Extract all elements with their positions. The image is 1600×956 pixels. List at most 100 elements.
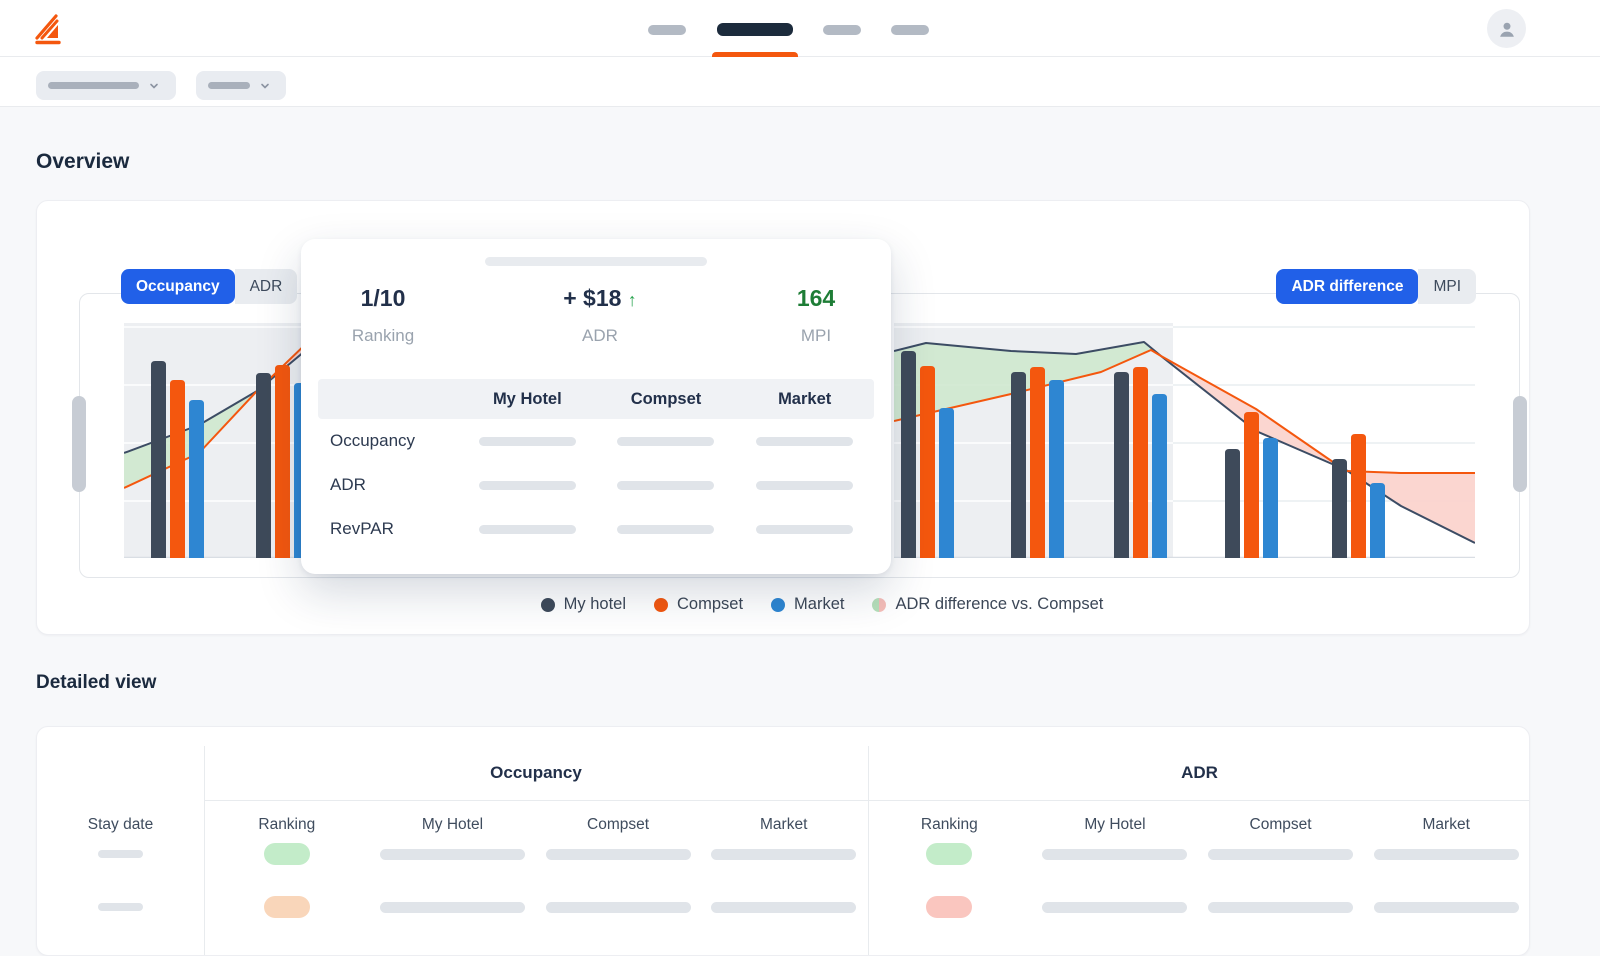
stat-ranking: 1/10 Ranking [301, 285, 465, 346]
skeleton-value [1208, 902, 1353, 913]
my-hotel-dot-icon [541, 598, 555, 612]
arrow-up-icon: ↑ [628, 290, 637, 310]
col-adr-market: Market [1363, 816, 1529, 834]
popover-table-header: My Hotel Compset Market [318, 379, 874, 419]
skeleton-value [1042, 849, 1187, 860]
toggle-occupancy-button[interactable]: Occupancy [121, 269, 235, 304]
row-label-revpar: RevPAR [318, 519, 458, 539]
table-subheader-row: Stay date Ranking My Hotel Compset Marke… [37, 810, 1529, 840]
skeleton-value [756, 525, 853, 534]
skeleton-value [380, 849, 525, 860]
stat-adr-label: ADR [518, 326, 682, 346]
legend-label: Market [794, 595, 844, 614]
skeleton-value [479, 437, 576, 446]
table-row: RevPAR [318, 507, 874, 551]
col-adr-ranking: Ranking [867, 816, 1033, 834]
col-compset: Compset [597, 390, 736, 409]
stat-ranking-label: Ranking [301, 326, 465, 346]
skeleton-value [756, 437, 853, 446]
stat-mpi-value: 164 [734, 285, 898, 312]
col-occ-compset: Compset [535, 816, 701, 834]
stat-adr: + $18 ↑ ADR [518, 285, 682, 346]
table-row [37, 892, 1529, 922]
skeleton-stay-date [98, 903, 143, 911]
carousel-handle-left[interactable] [72, 396, 86, 492]
market-dot-icon [771, 598, 785, 612]
header-divider [204, 800, 1529, 801]
overview-card: Occupancy ADR ADR difference MPI 1/10 Ra… [36, 200, 1530, 635]
legend-market[interactable]: Market [771, 595, 844, 614]
col-occ-ranking: Ranking [204, 816, 370, 834]
row-label-adr: ADR [318, 475, 458, 495]
legend-label: My hotel [564, 595, 626, 614]
skeleton-value [1374, 849, 1519, 860]
skeleton-value [617, 525, 714, 534]
detailed-table-card: Occupancy ADR Stay date Ranking My Hotel… [36, 726, 1530, 956]
skeleton-value [1042, 902, 1187, 913]
group-header-adr: ADR [868, 763, 1531, 783]
legend-adr-difference[interactable]: ADR difference vs. Compset [872, 595, 1103, 614]
skeleton-value [1374, 902, 1519, 913]
compset-dot-icon [654, 598, 668, 612]
nav-item-4[interactable] [891, 25, 929, 35]
ranking-badge [926, 896, 972, 918]
stat-adr-value: + $18 [563, 285, 621, 311]
col-occ-my-hotel: My Hotel [370, 816, 536, 834]
skeleton-value [617, 437, 714, 446]
app-logo-icon[interactable] [30, 11, 66, 47]
stat-mpi-label: MPI [734, 326, 898, 346]
chevron-down-icon [260, 81, 270, 91]
filter-1-skeleton [48, 82, 139, 89]
person-icon [1496, 18, 1518, 40]
skeleton-value [546, 849, 691, 860]
toggle-adr-button[interactable]: ADR [235, 269, 298, 304]
skeleton-value [546, 902, 691, 913]
nav-item-3[interactable] [823, 25, 861, 35]
table-row: Occupancy [318, 419, 874, 463]
toggle-mpi-button[interactable]: MPI [1418, 269, 1476, 304]
filter-2-skeleton [208, 82, 250, 89]
adr-difference-chart [894, 323, 1475, 558]
legend-label: Compset [677, 595, 743, 614]
kpi-popover: 1/10 Ranking + $18 ↑ ADR 164 MPI My Hote… [301, 239, 891, 574]
skeleton-value [756, 481, 853, 490]
filter-dropdown-2[interactable] [196, 71, 286, 100]
ranking-badge [926, 843, 972, 865]
col-my-hotel: My Hotel [458, 390, 597, 409]
popover-drag-handle [485, 257, 707, 266]
col-occ-market: Market [701, 816, 867, 834]
adr-difference-dot-icon [872, 598, 886, 612]
col-adr-my-hotel: My Hotel [1032, 816, 1198, 834]
skeleton-value [711, 849, 856, 860]
legend-compset[interactable]: Compset [654, 595, 743, 614]
skeleton-value [1208, 849, 1353, 860]
nav-item-2-active[interactable] [717, 23, 793, 36]
col-adr-compset: Compset [1198, 816, 1364, 834]
col-stay-date: Stay date [37, 816, 204, 834]
skeleton-stay-date [98, 850, 143, 858]
filter-dropdown-1[interactable] [36, 71, 176, 100]
popover-metrics-table: My Hotel Compset Market Occupancy ADR Re… [318, 379, 874, 551]
table-row [37, 839, 1529, 869]
page-title: Overview [36, 150, 129, 174]
ranking-badge [264, 896, 310, 918]
legend-my-hotel[interactable]: My hotel [541, 595, 626, 614]
user-avatar[interactable] [1487, 9, 1526, 48]
carousel-handle-right[interactable] [1513, 396, 1527, 492]
row-label-occupancy: Occupancy [318, 431, 458, 451]
detailed-view-title: Detailed view [36, 672, 156, 694]
skeleton-value [479, 525, 576, 534]
active-tab-indicator [712, 52, 798, 57]
table-row: ADR [318, 463, 874, 507]
stat-ranking-value: 1/10 [301, 285, 465, 312]
chevron-down-icon [149, 81, 159, 91]
skeleton-value [617, 481, 714, 490]
stat-mpi: 164 MPI [734, 285, 898, 346]
toggle-adr-difference-button[interactable]: ADR difference [1276, 269, 1418, 304]
nav-item-1[interactable] [648, 25, 686, 35]
skeleton-value [711, 902, 856, 913]
ranking-badge [264, 843, 310, 865]
filter-bar [0, 57, 1600, 107]
legend-label: ADR difference vs. Compset [895, 595, 1103, 614]
skeleton-value [479, 481, 576, 490]
